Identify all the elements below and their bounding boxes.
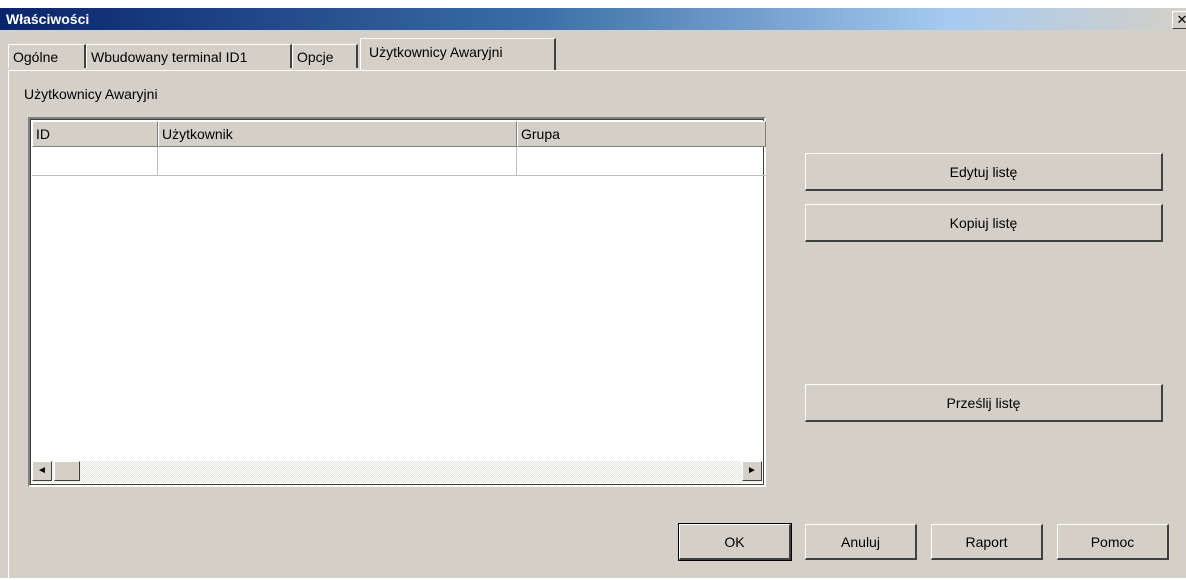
help-button[interactable]: Pomoc: [1057, 524, 1169, 560]
properties-dialog: Właściwości ✕ Ogólne Wbudowany terminal …: [0, 0, 1186, 580]
top-strip: [0, 0, 1186, 8]
copy-list-button[interactable]: Kopiuj listę: [805, 204, 1163, 242]
close-icon[interactable]: ✕: [1172, 11, 1186, 29]
emergency-users-list[interactable]: ID Użytkownik Grupa ◄ ►: [28, 117, 766, 487]
window-title: Właściwości: [6, 11, 90, 27]
ok-button[interactable]: OK: [678, 523, 792, 561]
column-header-user[interactable]: Użytkownik: [158, 121, 517, 147]
cell-id: [32, 147, 158, 175]
list-header: ID Użytkownik Grupa: [32, 121, 766, 147]
column-header-id[interactable]: ID: [32, 121, 158, 147]
cell-user: [158, 147, 517, 175]
tab-builtin-terminal[interactable]: Wbudowany terminal ID1: [86, 44, 292, 68]
horizontal-scrollbar[interactable]: ◄ ►: [32, 461, 762, 483]
cell-group: [517, 147, 766, 175]
scroll-thumb[interactable]: [54, 461, 80, 481]
send-list-button[interactable]: Prześlij listę: [805, 384, 1163, 422]
column-header-group[interactable]: Grupa: [517, 121, 766, 147]
group-label: Użytkownicy Awaryjni: [24, 86, 158, 102]
title-bar[interactable]: Właściwości ✕: [0, 8, 1186, 30]
edit-list-button[interactable]: Edytuj listę: [805, 153, 1163, 191]
tab-options[interactable]: Opcje: [292, 44, 358, 68]
tab-emergency-users[interactable]: Użytkownicy Awaryjni: [360, 38, 556, 70]
cancel-button[interactable]: Anuluj: [805, 524, 917, 560]
tab-general[interactable]: Ogólne: [8, 44, 86, 68]
report-button[interactable]: Raport: [931, 524, 1043, 560]
scroll-left-icon[interactable]: ◄: [32, 461, 52, 481]
table-row[interactable]: [32, 147, 766, 176]
scroll-right-icon[interactable]: ►: [742, 461, 762, 481]
